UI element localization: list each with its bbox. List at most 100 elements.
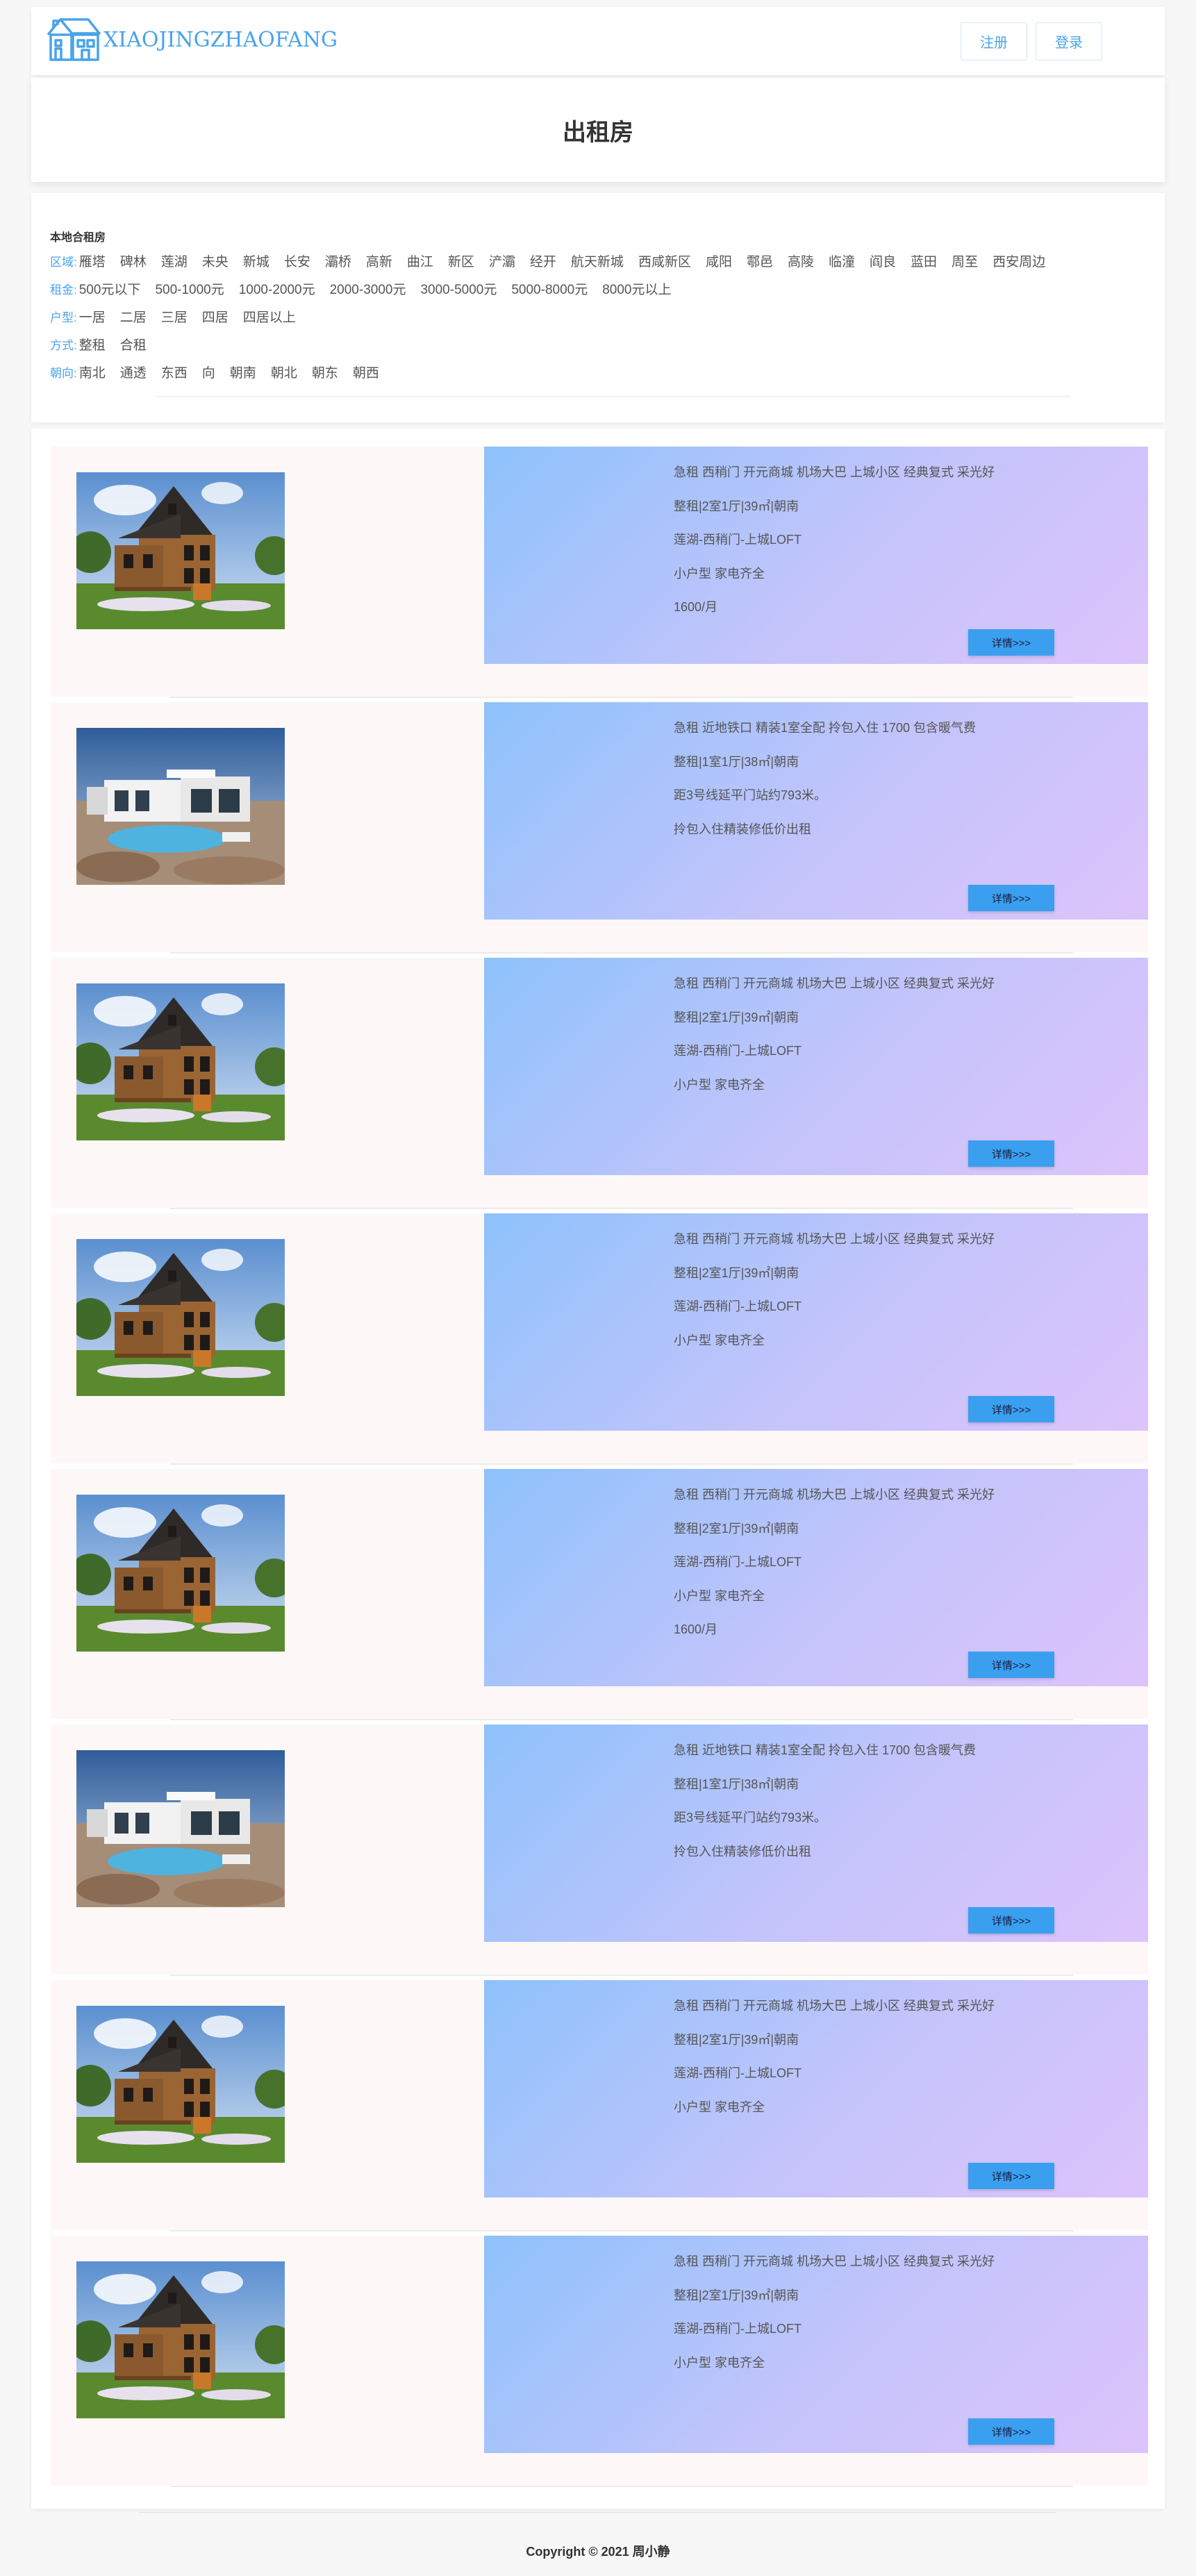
listing-photo[interactable] bbox=[76, 2006, 285, 2163]
listing-line: 整租|1室1厅|38㎡|朝南 bbox=[674, 754, 799, 769]
filter-option[interactable]: 莲湖 bbox=[161, 251, 188, 270]
listing-photo[interactable] bbox=[76, 728, 285, 885]
filter-option[interactable]: 朝西 bbox=[353, 363, 379, 381]
filter-option[interactable]: 雁塔 bbox=[79, 251, 106, 270]
listing-card: 急租 西稍门 开元商城 机场大巴 上城小区 经典复式 采光好 整租|2室1厅|39… bbox=[51, 447, 1148, 697]
filter-option[interactable]: 经开 bbox=[530, 251, 556, 270]
listing-line: 小户型 家电齐全 bbox=[674, 1333, 765, 1347]
filter-label: 方式: bbox=[50, 339, 77, 352]
filter-option[interactable]: 朝东 bbox=[312, 363, 338, 381]
listing-lines: 急租 西稍门 开元商城 机场大巴 上城小区 经典复式 采光好 整租|2室1厅|39… bbox=[674, 1231, 995, 1365]
listing-lines: 急租 近地铁口 精装1室全配 拎包入住 1700 包含暖气费 整租|1室1厅|38… bbox=[674, 720, 976, 854]
listing-panel: 急租 西稍门 开元商城 机场大巴 上城小区 经典复式 采光好 整租|2室1厅|39… bbox=[31, 429, 1165, 2509]
filter-option[interactable]: 长安 bbox=[284, 251, 310, 270]
filter-row-layout: 户型: 一居 二居 三居 四居 四居以上 bbox=[50, 307, 310, 326]
listing-card: 急租 西稍门 开元商城 机场大巴 上城小区 经典复式 采光好 整租|2室1厅|39… bbox=[51, 958, 1148, 1208]
detail-button[interactable]: 详情>>> bbox=[968, 2418, 1054, 2445]
filter-option[interactable]: 碑林 bbox=[120, 251, 147, 270]
listing-line: 整租|2室1厅|39㎡|朝南 bbox=[674, 2032, 799, 2047]
listing-photo[interactable] bbox=[76, 1239, 285, 1396]
filter-option[interactable]: 2000-3000元 bbox=[330, 279, 406, 298]
filter-option[interactable]: 二居 bbox=[120, 307, 147, 326]
detail-button[interactable]: 详情>>> bbox=[968, 1652, 1054, 1678]
filter-option[interactable]: 临潼 bbox=[829, 251, 855, 270]
filter-option[interactable]: 通透 bbox=[120, 363, 147, 381]
listing-card: 急租 近地铁口 精装1室全配 拎包入住 1700 包含暖气费 整租|1室1厅|38… bbox=[51, 702, 1148, 952]
listing-photo[interactable] bbox=[76, 472, 285, 629]
listing-line: 莲湖-西稍门-上城LOFT bbox=[674, 533, 802, 547]
detail-button[interactable]: 详情>>> bbox=[968, 885, 1054, 911]
filter-option[interactable]: 南北 bbox=[79, 363, 106, 381]
filter-option[interactable]: 高新 bbox=[366, 251, 392, 270]
divider bbox=[156, 396, 1071, 397]
detail-button[interactable]: 详情>>> bbox=[968, 629, 1054, 656]
divider bbox=[170, 2230, 1073, 2232]
filter-option[interactable]: 四居以上 bbox=[243, 307, 296, 326]
listing-line: 整租|2室1厅|39㎡|朝南 bbox=[674, 1010, 799, 1024]
listing-line: 距3号线延平门站约793米。 bbox=[674, 788, 827, 802]
filter-option[interactable]: 一居 bbox=[79, 307, 106, 326]
filter-option[interactable]: 新城 bbox=[243, 251, 269, 270]
listing-info: 急租 近地铁口 精装1室全配 拎包入住 1700 包含暖气费 整租|1室1厅|38… bbox=[484, 1725, 1148, 1942]
page-title: 出租房 bbox=[563, 119, 633, 146]
filter-label: 租金: bbox=[50, 283, 77, 297]
listing-line: 1600/月 bbox=[674, 1622, 718, 1636]
filter-option[interactable]: 三居 bbox=[161, 307, 188, 326]
filter-row-rent: 租金: 500元以下 500-1000元 1000-2000元 2000-3000元 30… bbox=[50, 279, 686, 298]
listing-line: 整租|2室1厅|39㎡|朝南 bbox=[674, 1265, 799, 1280]
filter-option[interactable]: 西安周边 bbox=[992, 251, 1045, 270]
login-button[interactable]: 登录 bbox=[1036, 22, 1102, 60]
detail-button[interactable]: 详情>>> bbox=[968, 1907, 1054, 1934]
listing-photo[interactable] bbox=[76, 2261, 285, 2418]
filter-option[interactable]: 整租 bbox=[79, 335, 106, 354]
listing-line: 1600/月 bbox=[674, 600, 718, 614]
filter-option[interactable]: 朝南 bbox=[230, 363, 256, 381]
filter-option[interactable]: 鄠邑 bbox=[747, 251, 773, 270]
filter-option[interactable]: 朝北 bbox=[271, 363, 297, 381]
filter-option[interactable]: 高陵 bbox=[788, 251, 814, 270]
listing-line: 距3号线延平门站约793米。 bbox=[674, 1811, 827, 1825]
register-button[interactable]: 注册 bbox=[961, 22, 1027, 60]
detail-button[interactable]: 详情>>> bbox=[968, 1140, 1054, 1167]
detail-button[interactable]: 详情>>> bbox=[968, 2163, 1054, 2189]
house-logo-icon bbox=[45, 14, 102, 66]
filter-option[interactable]: 合租 bbox=[120, 335, 147, 354]
filter-option[interactable]: 曲江 bbox=[407, 251, 433, 270]
site-header: XIAOJINGZHAOFANG 注册 登录 bbox=[31, 7, 1165, 75]
detail-button[interactable]: 详情>>> bbox=[968, 1396, 1054, 1422]
divider bbox=[170, 697, 1073, 698]
filter-option[interactable]: 500-1000元 bbox=[155, 279, 224, 298]
listing-line: 小户型 家电齐全 bbox=[674, 1588, 765, 1603]
listing-photo[interactable] bbox=[76, 1495, 285, 1652]
filter-option[interactable]: 灞桥 bbox=[325, 251, 351, 270]
filter-option[interactable]: 未央 bbox=[202, 251, 229, 270]
filter-option[interactable]: 1000-2000元 bbox=[239, 279, 315, 298]
filter-option[interactable]: 500元以下 bbox=[79, 279, 141, 298]
filter-option[interactable]: 8000元以上 bbox=[602, 279, 671, 298]
divider bbox=[170, 1975, 1073, 1976]
filter-option[interactable]: 蓝田 bbox=[911, 251, 937, 270]
filter-row-area: 区域: 雁塔 碑林 莲湖 未央 新城 长安 灞桥 高新 曲江 新区 浐灞 经开 航天新城 西咸新区 咸阳 鄠邑高… bbox=[50, 251, 1060, 270]
filter-option[interactable]: 阎良 bbox=[870, 251, 896, 270]
filter-option[interactable]: 向 bbox=[202, 363, 215, 381]
listing-photo[interactable] bbox=[76, 983, 285, 1140]
logo-text: XIAOJINGZHAOFANG bbox=[103, 28, 338, 52]
filter-option[interactable]: 四居 bbox=[202, 307, 229, 326]
listing-line: 急租 西稍门 开元商城 机场大巴 上城小区 经典复式 采光好 bbox=[674, 1488, 995, 1502]
listing-line: 急租 西稍门 开元商城 机场大巴 上城小区 经典复式 采光好 bbox=[674, 1232, 995, 1246]
listing-photo[interactable] bbox=[76, 1750, 285, 1907]
filter-option[interactable]: 周至 bbox=[952, 251, 978, 270]
filter-option[interactable]: 新区 bbox=[448, 251, 474, 270]
logo[interactable]: XIAOJINGZHAOFANG bbox=[45, 14, 338, 66]
listing-line: 小户型 家电齐全 bbox=[674, 2100, 765, 2114]
filter-option[interactable]: 东西 bbox=[161, 363, 188, 381]
filter-option[interactable]: 咸阳 bbox=[706, 251, 732, 270]
filter-option[interactable]: 西咸新区 bbox=[638, 251, 691, 270]
filter-option[interactable]: 浐灞 bbox=[489, 251, 515, 270]
filter-option[interactable]: 航天新城 bbox=[571, 251, 624, 270]
listing-info: 急租 近地铁口 精装1室全配 拎包入住 1700 包含暖气费 整租|1室1厅|38… bbox=[484, 702, 1148, 920]
listing-line: 莲湖-西稍门-上城LOFT bbox=[674, 1299, 802, 1313]
listing-line: 急租 西稍门 开元商城 机场大巴 上城小区 经典复式 采光好 bbox=[674, 465, 995, 479]
filter-option[interactable]: 5000-8000元 bbox=[511, 279, 588, 298]
filter-option[interactable]: 3000-5000元 bbox=[420, 279, 497, 298]
